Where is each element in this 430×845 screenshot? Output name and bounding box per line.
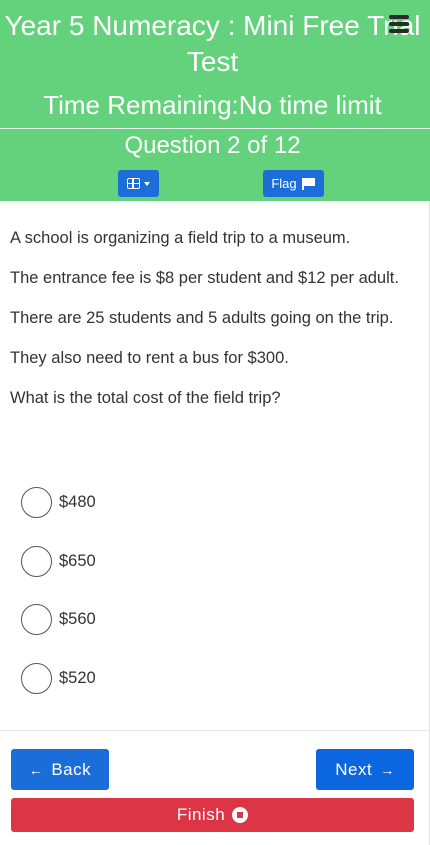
header-divider <box>0 128 430 129</box>
test-title: Year 5 Numeracy : Mini Free Trial Test <box>4 10 421 77</box>
radio-button[interactable] <box>21 545 52 577</box>
arrow-left-icon: ← <box>28 761 44 778</box>
time-separator: : <box>231 90 239 120</box>
answer-option-1[interactable]: $480 <box>21 486 96 518</box>
time-remaining: Time Remaining:No time limit <box>0 89 425 121</box>
time-label: Time Remaining <box>43 90 232 120</box>
next-button[interactable]: Next → <box>316 749 414 790</box>
question-text: A school is organizing a field trip to a… <box>10 226 415 426</box>
next-label: Next <box>335 759 373 779</box>
header: Year 5 Numeracy : Mini Free Trial Test T… <box>0 0 430 201</box>
radio-button[interactable] <box>21 486 52 518</box>
grid-icon <box>127 178 140 189</box>
question-paragraph: There are 25 students and 5 adults going… <box>10 309 394 327</box>
answer-label: $650 <box>59 551 96 570</box>
caret-down-icon <box>144 181 150 186</box>
back-button[interactable]: ← Back <box>11 749 109 790</box>
question-grid-button[interactable] <box>118 170 159 197</box>
hamburger-menu-icon[interactable] <box>389 15 411 35</box>
arrow-right-icon: → <box>380 761 395 778</box>
footer-divider <box>0 730 430 731</box>
flag-icon <box>301 177 316 190</box>
stop-circle-icon <box>232 807 249 823</box>
finish-label: Finish <box>176 805 226 824</box>
flag-button[interactable]: Flag <box>263 170 324 197</box>
finish-button[interactable]: Finish <box>11 798 414 832</box>
back-label: Back <box>51 759 92 779</box>
question-paragraph: They also need to rent a bus for $300. <box>10 349 289 367</box>
question-paragraph: The entrance fee is $8 per student and $… <box>10 269 399 287</box>
answer-label: $560 <box>59 609 96 628</box>
question-paragraph: What is the total cost of the field trip… <box>10 389 281 407</box>
answer-option-4[interactable]: $520 <box>21 662 96 694</box>
answer-label: $520 <box>59 668 96 687</box>
radio-button[interactable] <box>21 662 52 694</box>
flag-label: Flag <box>271 176 297 191</box>
question-counter: Question 2 of 12 <box>124 132 301 159</box>
question-paragraph: A school is organizing a field trip to a… <box>10 229 351 247</box>
time-value: No time limit <box>238 90 382 120</box>
radio-button[interactable] <box>21 603 52 635</box>
answer-option-2[interactable]: $650 <box>21 545 96 577</box>
answer-option-3[interactable]: $560 <box>21 603 96 635</box>
answer-label: $480 <box>59 492 96 511</box>
